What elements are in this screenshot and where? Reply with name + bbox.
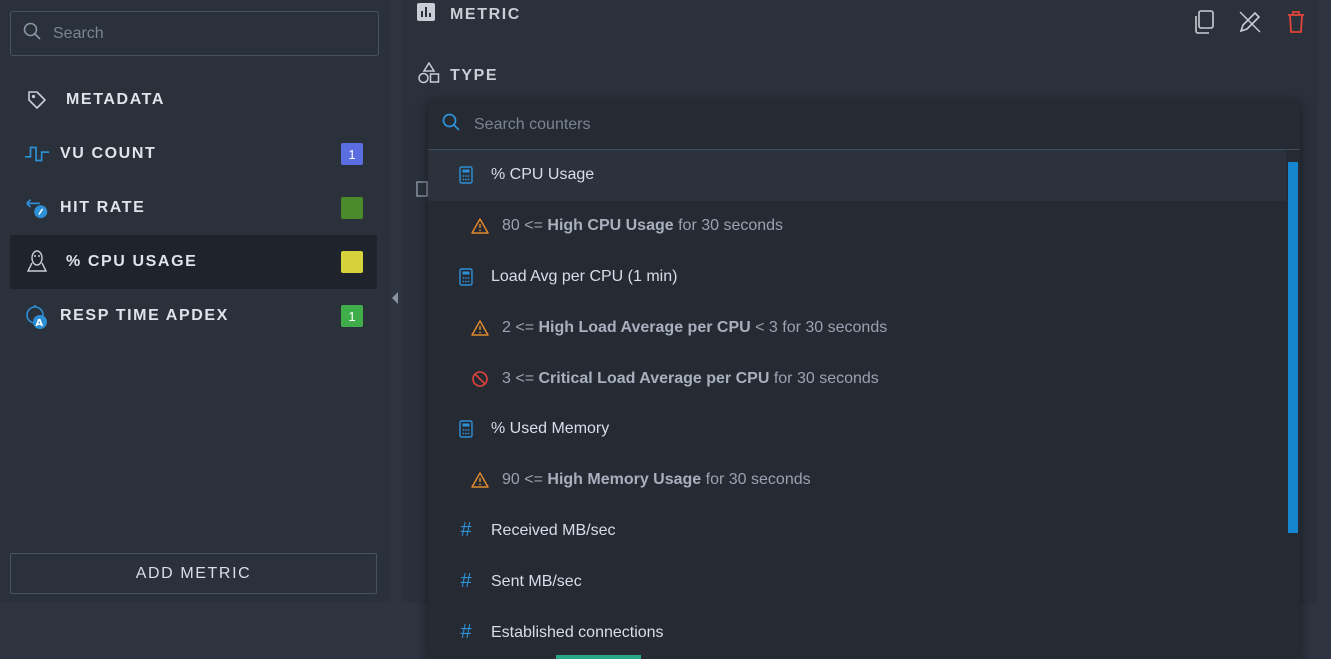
color-badge [341,197,363,219]
counter-label: Load Avg per CPU (1 min) [491,267,678,285]
warning-icon [470,218,490,234]
threshold-suffix: for 30 seconds [773,369,879,387]
threshold-name: High Load Average per CPU [538,318,751,336]
collapse-sidebar-handle[interactable] [392,292,398,304]
stopwatch-apdex-icon: A [24,303,50,329]
counter-label: Sent MB/sec [491,572,582,590]
sidebar-search[interactable] [10,11,379,56]
calculator-icon [456,268,476,286]
type-section-title: TYPE [418,61,499,89]
forbidden-icon [470,370,490,388]
add-metric-button[interactable]: ADD METRIC [10,553,377,594]
counter-label: % Used Memory [491,420,610,438]
sidebar-item-hit-rate[interactable]: HIT RATE [10,181,377,235]
hit-rate-icon [24,195,50,221]
delete-icon[interactable] [1282,8,1310,36]
dropdown-scrollbar[interactable] [1288,162,1298,533]
shapes-icon [418,61,440,89]
counter-option[interactable]: Load Avg per CPU (1 min) [428,252,1286,303]
counter-option[interactable]: # Established connections [428,607,1286,658]
threshold-option[interactable]: 3 <= Critical Load Average per CPU for 3… [428,353,1286,404]
search-icon [23,22,41,45]
counter-option[interactable]: % Used Memory [428,404,1286,455]
calculator-icon [456,166,476,185]
obscured-field-icon [416,180,428,203]
sidebar-item-metadata[interactable]: METADATA [10,73,377,127]
svg-text:A: A [35,318,44,329]
sidebar: METADATA VU COUNT 1 HIT RATE % CPU USAGE… [0,0,390,603]
type-title: TYPE [450,66,499,84]
threshold-suffix: for 30 seconds [678,217,784,235]
tag-icon [24,87,50,113]
threshold-option[interactable]: 90 <= High Memory Usage for 30 seconds [428,455,1286,506]
threshold-suffix: < 3 for 30 seconds [755,318,888,336]
counter-label: Established connections [491,623,664,641]
counter-search-input[interactable] [474,115,1174,134]
threshold-name: High CPU Usage [547,217,674,235]
search-icon [442,113,460,136]
sidebar-item-cpu-usage[interactable]: % CPU USAGE [10,235,377,289]
threshold-option[interactable]: 80 <= High CPU Usage for 30 seconds [428,201,1286,252]
threshold-suffix: for 30 seconds [705,471,811,489]
threshold-prefix: 80 <= [502,217,543,235]
step-wave-icon [24,141,50,167]
counter-option[interactable]: # Received MB/sec [428,506,1286,557]
counter-label: % CPU Usage [491,166,595,184]
active-tab-indicator [556,655,641,659]
counter-option[interactable]: % CPU Usage [428,150,1286,201]
count-badge: 1 [341,305,363,327]
metric-title: METRIC [450,5,521,23]
sidebar-item-label: % CPU USAGE [66,253,198,270]
hash-icon: # [460,519,472,542]
counter-list: % CPU Usage 80 <= High CPU Usage for 30 … [428,150,1286,658]
counter-label: Received MB/sec [491,521,616,539]
threshold-option[interactable]: 2 <= High Load Average per CPU < 3 for 3… [428,302,1286,353]
sidebar-item-label: METADATA [66,91,166,108]
count-badge: 1 [341,143,363,165]
warning-icon [470,472,490,488]
warning-icon [470,320,490,336]
calculator-icon [456,420,476,439]
counter-search[interactable] [428,100,1300,150]
metric-toolbar [1190,8,1310,36]
hash-icon: # [460,570,472,593]
threshold-prefix: 3 <= [502,369,535,387]
sidebar-item-vu-count[interactable]: VU COUNT 1 [10,127,377,181]
edit-icon[interactable] [1236,8,1264,36]
bar-chart-icon [416,2,436,27]
threshold-name: Critical Load Average per CPU [538,369,770,387]
counter-option[interactable]: # Sent MB/sec [428,556,1286,607]
threshold-prefix: 2 <= [502,318,535,336]
duplicate-icon[interactable] [1190,8,1218,36]
hash-icon: # [460,621,472,644]
counter-dropdown: % CPU Usage 80 <= High CPU Usage for 30 … [428,100,1300,659]
sidebar-item-label: VU COUNT [60,145,157,162]
metric-section-title: METRIC [416,2,521,27]
sidebar-item-resp-time-apdex[interactable]: A RESP TIME APDEX 1 [10,289,377,343]
color-badge [341,251,363,273]
threshold-name: High Memory Usage [547,471,702,489]
sidebar-item-label: HIT RATE [60,199,146,216]
linux-icon [24,249,50,275]
sidebar-item-label: RESP TIME APDEX [60,307,229,324]
sidebar-search-input[interactable] [53,24,353,43]
threshold-prefix: 90 <= [502,471,543,489]
